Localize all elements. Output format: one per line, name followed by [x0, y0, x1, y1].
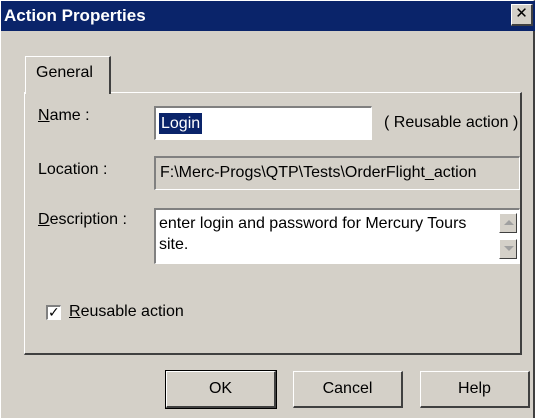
tab-general[interactable]: General: [25, 56, 111, 94]
scroll-up-button[interactable]: [499, 213, 517, 233]
scroll-down-button[interactable]: [499, 239, 517, 259]
name-input-value: Login: [157, 112, 204, 135]
tab-general-label: General: [36, 64, 93, 81]
location-label: Location :: [38, 161, 108, 178]
title-bar[interactable]: Action Properties ✕: [1, 1, 535, 31]
description-textarea[interactable]: enter login and password for Mercury Tou…: [154, 208, 520, 264]
cancel-button[interactable]: Cancel: [293, 371, 403, 408]
scroll-down-arrow-icon: [504, 246, 514, 251]
reusable-checkbox[interactable]: ✓: [46, 304, 61, 320]
scroll-up-arrow-icon: [504, 220, 514, 225]
ok-button[interactable]: OK: [165, 370, 277, 409]
location-value: F:\Merc-Progs\QTP\Tests\OrderFlight_acti…: [160, 164, 477, 181]
name-input[interactable]: Login: [154, 106, 372, 140]
description-scrollbar[interactable]: [499, 213, 517, 259]
description-label-rest: escription :: [49, 211, 127, 228]
description-label: Description :: [38, 211, 127, 229]
name-label-accesskey: N: [38, 107, 50, 124]
description-value: enter login and password for Mercury Tou…: [159, 215, 467, 253]
location-field: F:\Merc-Progs\QTP\Tests\OrderFlight_acti…: [154, 156, 520, 190]
close-icon: ✕: [515, 5, 528, 22]
help-button[interactable]: Help: [420, 371, 530, 408]
reusable-note: ( Reusable action ): [384, 114, 519, 131]
check-icon: ✓: [48, 304, 60, 320]
close-button[interactable]: ✕: [511, 4, 533, 26]
description-label-accesskey: D: [38, 211, 50, 228]
reusable-label-rest: eusable action: [80, 303, 184, 320]
reusable-checkbox-label[interactable]: Reusable action: [69, 303, 184, 321]
window-title: Action Properties: [4, 6, 146, 25]
reusable-label-accesskey: R: [69, 303, 81, 320]
name-label: Name :: [38, 107, 90, 125]
name-label-rest: ame :: [49, 107, 90, 124]
action-properties-dialog: Action Properties ✕ General Name : Login…: [0, 0, 535, 418]
